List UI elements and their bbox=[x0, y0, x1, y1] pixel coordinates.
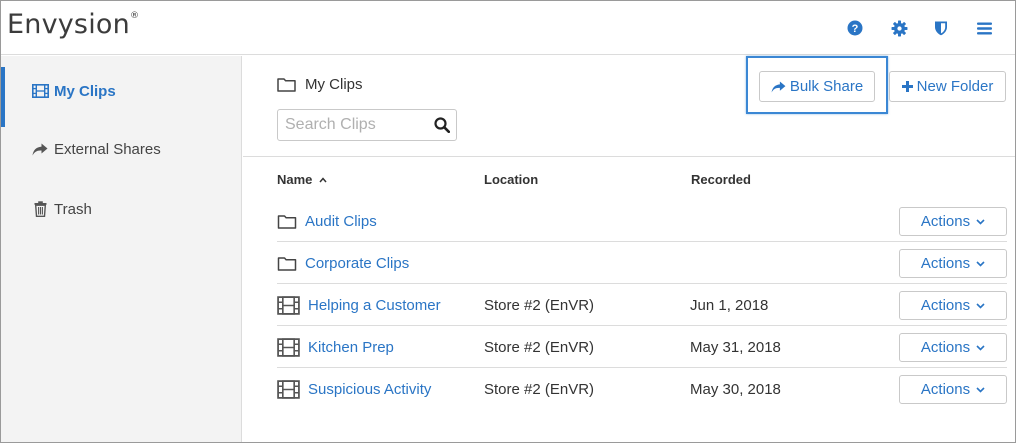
row-location: Store #2 (EnVR) bbox=[484, 338, 595, 356]
breadcrumb: My Clips bbox=[277, 76, 363, 93]
shield-icon[interactable] bbox=[931, 18, 951, 38]
row-name: Helping a Customer bbox=[308, 296, 441, 314]
help-icon[interactable]: ? bbox=[845, 18, 865, 38]
chevron-down-icon bbox=[976, 302, 985, 309]
actions-dropdown[interactable]: Actions bbox=[899, 333, 1007, 362]
row-location: Store #2 (EnVR) bbox=[484, 380, 595, 398]
search-input[interactable] bbox=[278, 110, 428, 140]
actions-label: Actions bbox=[920, 381, 971, 398]
table-row: Helping a Customer Store #2 (EnVR) Jun 1… bbox=[277, 284, 1007, 326]
column-header-location[interactable]: Location bbox=[484, 172, 538, 187]
brand-logo[interactable]: Envysion® bbox=[7, 9, 139, 40]
table-row: Suspicious Activity Store #2 (EnVR) May … bbox=[277, 368, 1007, 410]
divider bbox=[243, 156, 1015, 157]
folder-icon bbox=[277, 256, 297, 271]
trash-icon bbox=[31, 201, 49, 217]
row-name: Corporate Clips bbox=[305, 254, 410, 272]
hamburger-menu-icon[interactable] bbox=[974, 18, 994, 38]
table-row: Audit Clips Actions bbox=[277, 200, 1007, 242]
bulk-share-button[interactable]: Bulk Share bbox=[759, 71, 875, 102]
sidebar-item-label: Trash bbox=[54, 200, 92, 218]
search-box bbox=[277, 109, 457, 141]
chevron-down-icon bbox=[976, 344, 985, 351]
sidebar-item-my-clips[interactable]: My Clips bbox=[1, 62, 241, 127]
sidebar-item-label: My Clips bbox=[54, 82, 116, 100]
actions-label: Actions bbox=[920, 297, 971, 314]
folder-icon bbox=[277, 78, 296, 92]
chevron-down-icon bbox=[976, 386, 985, 393]
film-icon bbox=[277, 379, 300, 399]
row-name: Audit Clips bbox=[305, 212, 377, 230]
row-location: Store #2 (EnVR) bbox=[484, 296, 595, 314]
page-title: My Clips bbox=[305, 76, 363, 93]
actions-label: Actions bbox=[920, 339, 971, 356]
column-header-recorded[interactable]: Recorded bbox=[691, 172, 751, 187]
brand-trademark: ® bbox=[129, 11, 140, 21]
actions-dropdown[interactable]: Actions bbox=[899, 375, 1007, 404]
row-recorded: May 31, 2018 bbox=[690, 338, 781, 356]
row-name-link[interactable]: Audit Clips bbox=[277, 200, 377, 242]
share-arrow-icon bbox=[31, 143, 49, 156]
table-row: Kitchen Prep Store #2 (EnVR) May 31, 201… bbox=[277, 326, 1007, 368]
row-name: Suspicious Activity bbox=[308, 380, 432, 398]
gear-icon[interactable] bbox=[889, 18, 909, 38]
plus-icon bbox=[901, 81, 913, 92]
actions-label: Actions bbox=[920, 255, 971, 272]
actions-label: Actions bbox=[920, 213, 971, 230]
share-arrow-icon bbox=[771, 80, 786, 93]
row-name-link[interactable]: Suspicious Activity bbox=[277, 368, 431, 410]
row-name: Kitchen Prep bbox=[308, 338, 394, 356]
folder-icon bbox=[277, 214, 297, 229]
sidebar-item-trash[interactable]: Trash bbox=[1, 180, 241, 238]
row-name-link[interactable]: Corporate Clips bbox=[277, 242, 409, 284]
sidebar: My Clips External Shares Trash bbox=[1, 56, 242, 442]
column-header-name[interactable]: Name bbox=[277, 172, 327, 187]
sidebar-item-external-shares[interactable]: External Shares bbox=[1, 120, 241, 178]
chevron-down-icon bbox=[976, 260, 985, 267]
sidebar-item-label: External Shares bbox=[54, 140, 161, 158]
column-name-label: Name bbox=[277, 172, 313, 187]
actions-dropdown[interactable]: Actions bbox=[899, 249, 1007, 278]
top-bar: Envysion® ? bbox=[1, 1, 1015, 55]
brand-name: Envysion bbox=[7, 9, 130, 40]
actions-dropdown[interactable]: Actions bbox=[899, 291, 1007, 320]
row-name-link[interactable]: Helping a Customer bbox=[277, 284, 441, 326]
chevron-down-icon bbox=[976, 218, 985, 225]
svg-text:?: ? bbox=[852, 23, 859, 35]
row-recorded: Jun 1, 2018 bbox=[690, 296, 769, 314]
actions-dropdown[interactable]: Actions bbox=[899, 207, 1007, 236]
sort-asc-icon bbox=[319, 171, 327, 186]
search-icon[interactable] bbox=[434, 117, 451, 138]
row-recorded: May 30, 2018 bbox=[690, 380, 781, 398]
new-folder-button[interactable]: New Folder bbox=[889, 71, 1006, 102]
bulk-share-label: Bulk Share bbox=[789, 78, 864, 95]
table-row: Corporate Clips Actions bbox=[277, 242, 1007, 284]
main-panel: My Clips Bulk Share New Folder Name Loca… bbox=[243, 56, 1015, 442]
new-folder-label: New Folder bbox=[916, 78, 994, 95]
row-name-link[interactable]: Kitchen Prep bbox=[277, 326, 394, 368]
film-icon bbox=[31, 84, 49, 98]
film-icon bbox=[277, 295, 300, 315]
film-icon bbox=[277, 337, 300, 357]
